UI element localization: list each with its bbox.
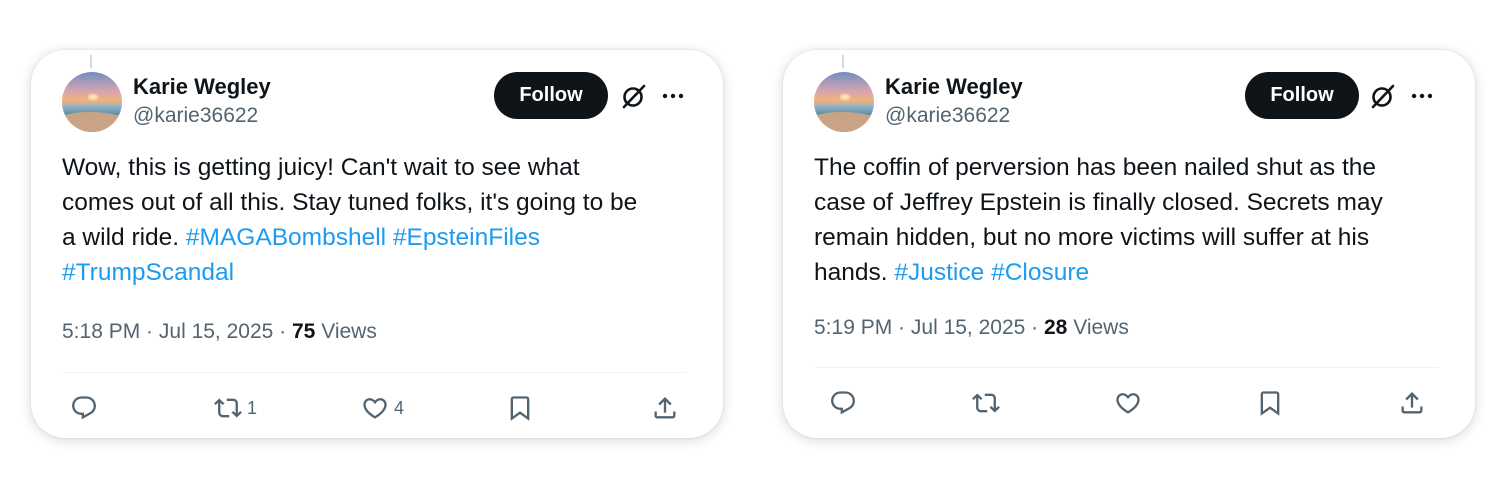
tweet-text-line: a wild ride. #MAGABombshell #EpsteinFile… xyxy=(62,220,692,255)
tweet-meta: 5:18 PM · Jul 15, 2025 · 75 Views xyxy=(62,320,377,344)
tweet-meta: 5:19 PM · Jul 15, 2025 · 28 Views xyxy=(814,316,1129,340)
bookmark-button[interactable] xyxy=(1256,383,1284,423)
tweet-text-line: comes out of all this. Stay tuned folks,… xyxy=(62,189,638,216)
like-button[interactable] xyxy=(1114,383,1147,423)
repost-icon xyxy=(972,393,1000,413)
views-label[interactable]: Views xyxy=(1067,316,1129,339)
views-count[interactable]: 75 xyxy=(292,320,315,343)
share-button[interactable] xyxy=(1398,383,1426,423)
bookmark-button[interactable] xyxy=(506,388,534,428)
repost-button[interactable]: 1 xyxy=(214,388,257,428)
author-name[interactable]: Karie Wegley xyxy=(885,74,1023,100)
tweet-text-segment: a wild ride. xyxy=(62,224,186,251)
like-icon xyxy=(363,398,387,419)
meta-separator: · xyxy=(1025,316,1044,339)
divider xyxy=(814,367,1438,368)
tweet-text-line: case of Jeffrey Epstein is finally close… xyxy=(814,189,1383,216)
reply-button[interactable] xyxy=(70,388,103,428)
follow-button[interactable]: Follow xyxy=(494,72,608,119)
more-icon[interactable] xyxy=(660,84,686,108)
thread-connector xyxy=(842,55,844,68)
tweet-text-line: The coffin of perversion has been nailed… xyxy=(814,154,1377,181)
hashtag-link[interactable]: #Justice xyxy=(894,259,984,286)
like-button[interactable]: 4 xyxy=(361,388,404,428)
tweet-text-line: hands. #Justice #Closure xyxy=(814,255,1444,290)
repost-button[interactable] xyxy=(972,383,1005,423)
thread-connector xyxy=(90,55,92,68)
like-icon xyxy=(1116,393,1140,414)
views-label[interactable]: Views xyxy=(315,320,377,343)
reply-icon xyxy=(831,391,855,415)
tweet-text: Wow, this is getting juicy! Can't wait t… xyxy=(62,150,692,290)
action-bar: 1 4 xyxy=(31,388,723,428)
meta-separator: · xyxy=(273,320,292,343)
bookmark-icon xyxy=(510,396,530,421)
tweet-text-line: remain hidden, but no more victims will … xyxy=(814,224,1370,251)
action-bar xyxy=(783,383,1475,423)
tweet-text: The coffin of perversion has been nailed… xyxy=(814,150,1444,290)
tweet-card: Karie Wegley @karie36622 Follow The coff… xyxy=(783,50,1475,438)
share-icon xyxy=(1401,392,1423,414)
timestamp-time[interactable]: 5:18 PM xyxy=(62,320,140,343)
timestamp-date[interactable]: Jul 15, 2025 xyxy=(159,320,273,343)
more-icon[interactable] xyxy=(1409,84,1435,108)
hashtag-link[interactable]: #EpsteinFiles xyxy=(393,224,540,251)
timestamp-time[interactable]: 5:19 PM xyxy=(814,316,892,339)
hashtag-link[interactable]: #Closure xyxy=(991,259,1089,286)
grok-icon[interactable] xyxy=(621,83,647,109)
timestamp-date[interactable]: Jul 15, 2025 xyxy=(911,316,1025,339)
hashtag-link[interactable]: #MAGABombshell xyxy=(186,224,386,251)
repost-icon xyxy=(214,398,242,418)
like-count: 4 xyxy=(394,397,405,418)
reply-button[interactable] xyxy=(829,383,862,423)
hashtag-link[interactable]: #TrumpScandal xyxy=(62,259,234,286)
views-count[interactable]: 28 xyxy=(1044,316,1067,339)
avatar[interactable] xyxy=(814,72,874,132)
bookmark-icon xyxy=(1260,391,1280,416)
share-button[interactable] xyxy=(651,388,679,428)
avatar[interactable] xyxy=(62,72,122,132)
meta-separator: · xyxy=(892,316,911,339)
tweet-text-line: Wow, this is getting juicy! Can't wait t… xyxy=(62,154,580,181)
author-handle[interactable]: @karie36622 xyxy=(885,104,1010,128)
author-name[interactable]: Karie Wegley xyxy=(133,74,271,100)
meta-separator: · xyxy=(140,320,159,343)
follow-button[interactable]: Follow xyxy=(1245,72,1359,119)
divider xyxy=(62,372,686,373)
author-handle[interactable]: @karie36622 xyxy=(133,104,258,128)
tweet-text-segment: hands. xyxy=(814,259,895,286)
repost-count: 1 xyxy=(247,397,258,418)
share-icon xyxy=(654,397,676,419)
grok-icon[interactable] xyxy=(1370,83,1396,109)
tweet-card: Karie Wegley @karie36622 Follow Wow, thi… xyxy=(31,50,723,438)
tweet-text-line: #TrumpScandal xyxy=(62,255,692,290)
reply-icon xyxy=(72,396,96,420)
